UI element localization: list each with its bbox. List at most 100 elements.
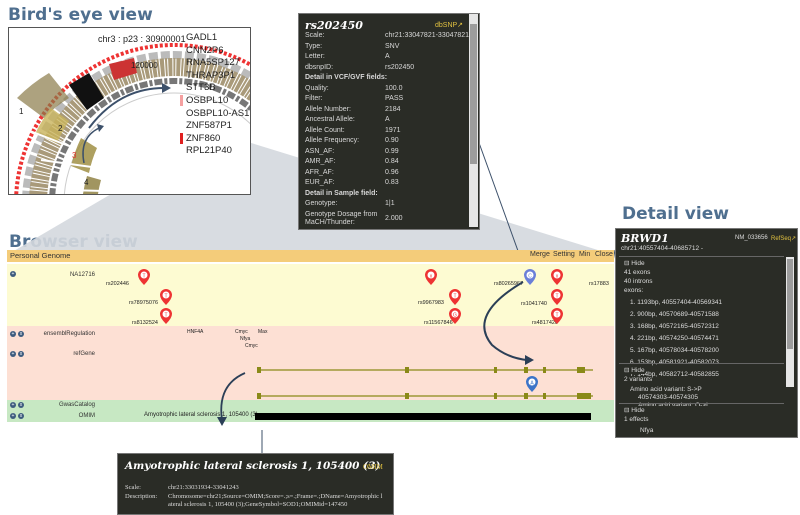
snp-scrollbar[interactable]: [469, 14, 478, 227]
gene-marker: [180, 57, 183, 68]
hide-toggle[interactable]: ⊟ Hide: [624, 259, 645, 267]
gene-item[interactable]: GADL1: [186, 32, 249, 45]
svg-text:G: G: [453, 313, 457, 319]
exon-item: 2. 900bp, 40570689-40571588: [630, 311, 719, 318]
gene-marker: [180, 32, 183, 43]
chromosome-number-3: 3: [72, 151, 77, 160]
gene-item[interactable]: THRAP3P1: [186, 70, 249, 83]
snp-field-label: Filter:: [305, 95, 323, 102]
exons-label: exons:: [624, 287, 644, 294]
variant-pin-icon: T: [551, 289, 563, 305]
detail-scroll-thumb[interactable]: [787, 259, 793, 349]
exon-item: 4. 221bp, 40574250-40574471: [630, 335, 719, 342]
detail-gene-id: NM_033656: [735, 235, 768, 241]
chromosome-number-4: 4: [84, 178, 89, 187]
gene-marker: [180, 108, 183, 119]
omim-scale-label: Scale:: [125, 484, 141, 491]
effect-count: 1 effects: [624, 416, 649, 423]
snp-scroll-thumb[interactable]: [470, 24, 477, 164]
snp-field-label: Ancestral Allele:: [305, 116, 355, 123]
omim-description-label: Description:: [125, 493, 158, 500]
svg-text:T: T: [555, 313, 558, 319]
chromosome-number-2: 2: [58, 124, 63, 133]
snp-field-label: Detail in VCF/GVF fields:: [305, 74, 388, 81]
gene-marker: [180, 132, 183, 144]
gene-marker: [180, 145, 183, 156]
snp-field-value: 1|1: [385, 200, 395, 207]
divider: [619, 363, 784, 364]
snp-field-value: 0.83: [385, 179, 399, 186]
snp-field-label: Letter:: [305, 53, 325, 60]
gene-marker: [180, 120, 183, 131]
snp-field-label: Type:: [305, 42, 323, 50]
scale-label: 120000: [131, 61, 158, 70]
dbsnp-link[interactable]: dbSNP↗: [435, 21, 463, 29]
snp-field-label: AMR_AF:: [305, 158, 336, 165]
snp-field-label: Quality:: [305, 84, 329, 92]
variant-pin-icon: x: [425, 269, 437, 285]
snp-field-value: PASS: [385, 95, 404, 102]
snp-field-value: 100.0: [385, 84, 403, 92]
omim-popup[interactable]: Amyotrophic lateral sclerosis 1, 105400 …: [117, 453, 394, 515]
divider: [619, 256, 784, 257]
gene-marker: [180, 94, 183, 106]
gene-list: GADL1 CNN2P6 RNA5SP127 THRAP3P1 STT3B OS…: [180, 32, 249, 158]
gene-item[interactable]: RNA5SP127: [186, 57, 249, 70]
variant-pin-icon: A: [526, 376, 538, 392]
snp-field-label: Allele Number:: [305, 105, 351, 113]
svg-text:T: T: [164, 294, 167, 300]
detail-scrollbar[interactable]: [786, 257, 794, 387]
snp-field-value: 2184: [385, 105, 401, 113]
omim-link[interactable]: OMIM: [363, 463, 383, 471]
snp-field-value: 0.99: [385, 147, 399, 155]
snp-field-value: SNV: [385, 42, 400, 50]
snp-field-value: 0.96: [385, 168, 399, 176]
omim-description-line: Chromosome=chr21;Source=OMIM;Score=.;s=.…: [168, 493, 383, 500]
gene-marker: [180, 45, 183, 56]
gene-marker: [180, 70, 183, 81]
variant-pin-icon: G: [449, 308, 461, 324]
snp-field-label: dbsnpID:: [305, 63, 334, 71]
omim-popup-title: Amyotrophic lateral sclerosis 1, 105400 …: [125, 460, 381, 472]
snp-field-label: ASN_AF:: [305, 147, 335, 155]
gene-item[interactable]: CNN2P6: [186, 45, 249, 58]
snp-popup[interactable]: rs202450 dbSNP↗ Scale: chr21:33047821-330…: [298, 13, 480, 230]
refseq-link[interactable]: RefSeq↗: [771, 235, 796, 242]
variant-pin-icon: C: [524, 269, 536, 285]
variant-pin-icon: T: [551, 308, 563, 324]
snp-field-value: rs202450: [385, 63, 415, 71]
variant-pin-icon: T: [160, 289, 172, 305]
snp-field-value: 1971: [385, 126, 401, 134]
exon-count: 41 exons: [624, 269, 651, 276]
gene-item[interactable]: STT3B: [186, 82, 249, 95]
hide-toggle[interactable]: ⊟ Hide: [624, 406, 645, 414]
snp-field-value: 0.84: [385, 158, 399, 165]
snp-field-label: Detail in Sample field:: [305, 189, 378, 197]
refgene-transcript: [257, 393, 593, 399]
snp-field-label: AFR_AF:: [305, 168, 334, 176]
birds-eye-location: chr3 : p23 : 30900001: [98, 34, 186, 44]
snp-field-label: Allele Frequency:: [305, 137, 360, 144]
hide-toggle[interactable]: ⊟ Hide: [624, 366, 645, 374]
gene-marker: [180, 82, 183, 93]
snp-field-label: Genotype:: [305, 200, 338, 207]
detail-view-panel[interactable]: BRWD1 NM_033656 RefSeq↗ chr21:40557404-4…: [615, 228, 798, 438]
gene-item[interactable]: ZNF860: [180, 132, 249, 146]
svg-text:C: C: [528, 274, 532, 280]
browser-view-panel[interactable]: Personal Genome Merge Setting Min Close …: [7, 250, 614, 430]
variant-location: 40574303-40574305: [638, 394, 699, 401]
gene-item[interactable]: OSBPL10: [180, 94, 249, 108]
detail-location: chr21:40557404-40685712 -: [621, 245, 704, 252]
gene-item[interactable]: RPL21P40: [186, 145, 249, 158]
snp-field-label: Allele Count:: [305, 126, 345, 134]
svg-text:T: T: [555, 294, 558, 300]
variant-pin-icon: T: [138, 269, 150, 285]
snp-field-value: chr21:33047821-33047821: [385, 32, 470, 39]
variant-item: Amino acid variant: S->P: [630, 386, 702, 393]
variant-pin-icon: T: [449, 289, 461, 305]
detail-title: BRWD1: [621, 232, 669, 245]
gene-item[interactable]: ZNF587P1: [186, 120, 249, 133]
snp-field-value: 0.90: [385, 137, 399, 144]
svg-text:T: T: [142, 274, 145, 280]
gene-item[interactable]: OSBPL10-AS1: [186, 108, 249, 121]
